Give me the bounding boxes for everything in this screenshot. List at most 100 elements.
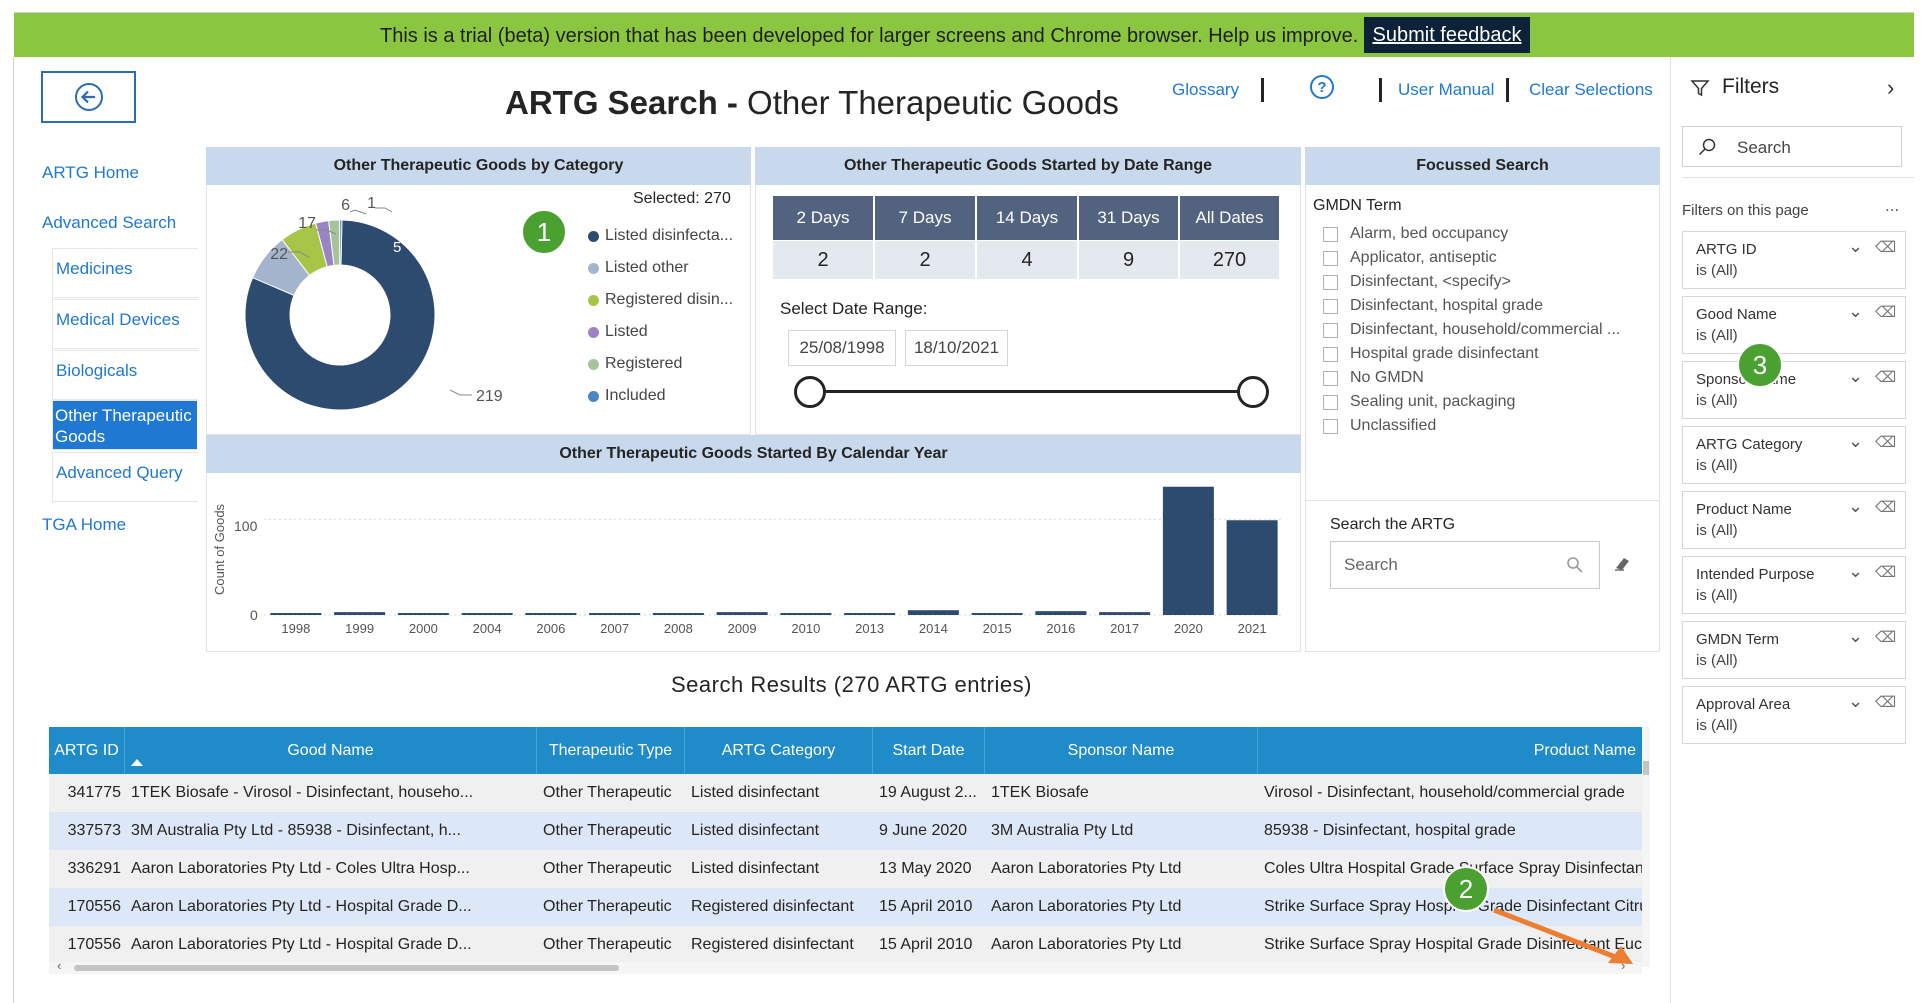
tab-14-days[interactable]: 14 Days [977,196,1077,240]
checkbox[interactable] [1323,274,1338,290]
nav-medicines[interactable]: Medicines [52,248,198,298]
filter-card[interactable]: Approval Area is (All) ⌄ ⌫ [1682,686,1906,744]
nav-advanced-query[interactable]: Advanced Query [52,452,198,502]
checkbox[interactable] [1323,418,1338,434]
chevron-down-icon[interactable]: ⌄ [1848,301,1863,322]
tab-31-days[interactable]: 31 Days [1079,196,1178,240]
gmdn-option[interactable]: Alarm, bed occupancy [1323,222,1620,246]
calendar-year-chart[interactable]: 1998 1999 2000 2004 2006 2007 2008 2009 2010 2013… [206,475,1301,650]
gmdn-option[interactable]: Sealing unit, packaging [1323,390,1620,414]
clear-filter-icon[interactable]: ⌫ [1875,368,1896,386]
category-donut-chart[interactable]: 17 6 1 5 22 219 [210,190,530,415]
table-row[interactable]: 336291 Aaron Laboratories Pty Ltd - Coles… [49,850,1642,888]
user-manual-link[interactable]: User Manual [1398,80,1494,100]
nav-biologicals[interactable]: Biologicals [52,350,198,400]
clear-filter-icon[interactable]: ⌫ [1875,563,1896,581]
scrollbar-thumb[interactable] [74,965,619,971]
nav-tga-home[interactable]: TGA Home [42,515,126,535]
col-product-name[interactable]: Product Name [1258,727,1642,774]
table-row[interactable]: 337573 3M Australia Pty Ltd - 85938 - Dis… [49,812,1642,850]
year-bar[interactable] [1226,520,1278,615]
table-row[interactable]: 341775 1TEK Biosafe - Virosol - Disinfect… [49,774,1642,812]
nav-other-therapeutic-goods[interactable]: Other Therapeutic Goods [52,400,197,450]
clear-filter-icon[interactable]: ⌫ [1875,693,1896,711]
col-therapeutic-type[interactable]: Therapeutic Type [537,727,685,774]
legend-item[interactable]: Listed other [588,252,733,284]
chevron-down-icon[interactable]: ⌄ [1848,626,1863,647]
year-bar[interactable] [1099,612,1151,615]
chevron-down-icon[interactable]: ⌄ [1848,236,1863,257]
year-bar[interactable] [844,613,896,615]
year-bar[interactable] [397,613,449,615]
filter-card[interactable]: Good Name is (All) ⌄ ⌫ [1682,296,1906,354]
chevron-down-icon[interactable]: ⌄ [1848,496,1863,517]
tab-all-dates[interactable]: All Dates [1180,196,1279,240]
year-bar[interactable] [461,613,513,615]
col-artg-category[interactable]: ARTG Category [685,727,873,774]
legend-item[interactable]: Listed disinfecta... [588,220,733,252]
checkbox[interactable] [1323,226,1338,242]
year-bar[interactable] [270,613,322,615]
col-good-name[interactable]: Good Name [125,727,537,774]
clear-filter-icon[interactable]: ⌫ [1875,628,1896,646]
filters-search-input[interactable]: Search [1682,126,1902,167]
back-button[interactable] [41,71,136,123]
year-bar[interactable] [334,612,386,615]
start-date-input[interactable]: 25/08/1998 [788,330,896,366]
tab-2-days[interactable]: 2 Days [773,196,873,240]
more-options-icon[interactable]: ... [1885,196,1899,216]
gmdn-option[interactable]: Disinfectant, <specify> [1323,270,1620,294]
table-row[interactable]: 170556 Aaron Laboratories Pty Ltd - Hospi… [49,926,1642,964]
year-bar[interactable] [525,613,577,615]
gmdn-option[interactable]: Disinfectant, hospital grade [1323,294,1620,318]
clear-filter-icon[interactable]: ⌫ [1875,498,1896,516]
chevron-down-icon[interactable]: ⌄ [1848,691,1863,712]
legend-item[interactable]: Listed [588,316,733,348]
help-icon[interactable]: ? [1310,75,1334,99]
filter-card[interactable]: ARTG Category is (All) ⌄ ⌫ [1682,426,1906,484]
legend-item[interactable]: Registered disin... [588,284,733,316]
gmdn-option[interactable]: Applicator, antiseptic [1323,246,1620,270]
filter-card[interactable]: GMDN Term is (All) ⌄ ⌫ [1682,621,1906,679]
nav-artg-home[interactable]: ARTG Home [42,163,139,183]
year-bar[interactable] [780,613,832,615]
eraser-icon[interactable] [1612,553,1632,573]
date-slider-start-handle[interactable] [794,376,826,408]
col-sponsor-name[interactable]: Sponsor Name [985,727,1258,774]
clear-filter-icon[interactable]: ⌫ [1875,303,1896,321]
col-artg-id[interactable]: ARTG ID [49,727,125,774]
checkbox[interactable] [1323,298,1338,314]
tab-7-days[interactable]: 7 Days [875,196,975,240]
year-bar[interactable] [1162,486,1214,615]
year-bar[interactable] [907,610,959,615]
donut-slice[interactable] [339,219,343,266]
gmdn-option[interactable]: Unclassified [1323,414,1620,438]
nav-advanced-search[interactable]: Advanced Search [42,213,176,233]
col-start-date[interactable]: Start Date [873,727,985,774]
year-bar[interactable] [652,613,704,615]
filter-card[interactable]: Sponsor Nameis (All)⌄⌫ [1682,361,1906,419]
chevron-down-icon[interactable]: ⌄ [1848,561,1863,582]
gmdn-option[interactable]: Disinfectant, household/commercial ... [1323,318,1620,342]
clear-filter-icon[interactable]: ⌫ [1875,433,1896,451]
table-row[interactable]: 170556 Aaron Laboratories Pty Ltd - Hospi… [49,888,1642,926]
submit-feedback-button[interactable]: Submit feedback [1364,17,1530,53]
year-bar[interactable] [1035,611,1087,615]
clear-filter-icon[interactable]: ⌫ [1875,238,1896,256]
gmdn-option[interactable]: No GMDN [1323,366,1620,390]
legend-item[interactable]: Registered [588,348,733,380]
clear-selections-link[interactable]: Clear Selections [1529,80,1653,100]
filter-card[interactable]: ARTG ID is (All) ⌄ ⌫ [1682,231,1906,289]
gmdn-option[interactable]: Hospital grade disinfectant [1323,342,1620,366]
glossary-link[interactable]: Glossary [1172,80,1239,100]
chevron-down-icon[interactable]: ⌄ [1848,366,1863,387]
checkbox[interactable] [1323,250,1338,266]
year-bar[interactable] [589,613,641,615]
checkbox[interactable] [1323,370,1338,386]
end-date-input[interactable]: 18/10/2021 [905,330,1008,366]
year-bar[interactable] [716,612,768,615]
filter-card[interactable]: Intended Purpose is (All) ⌄ ⌫ [1682,556,1906,614]
chevron-down-icon[interactable]: ⌄ [1848,431,1863,452]
scroll-left-icon[interactable]: ‹ [57,958,61,973]
artg-search-input[interactable]: Search [1330,541,1600,589]
